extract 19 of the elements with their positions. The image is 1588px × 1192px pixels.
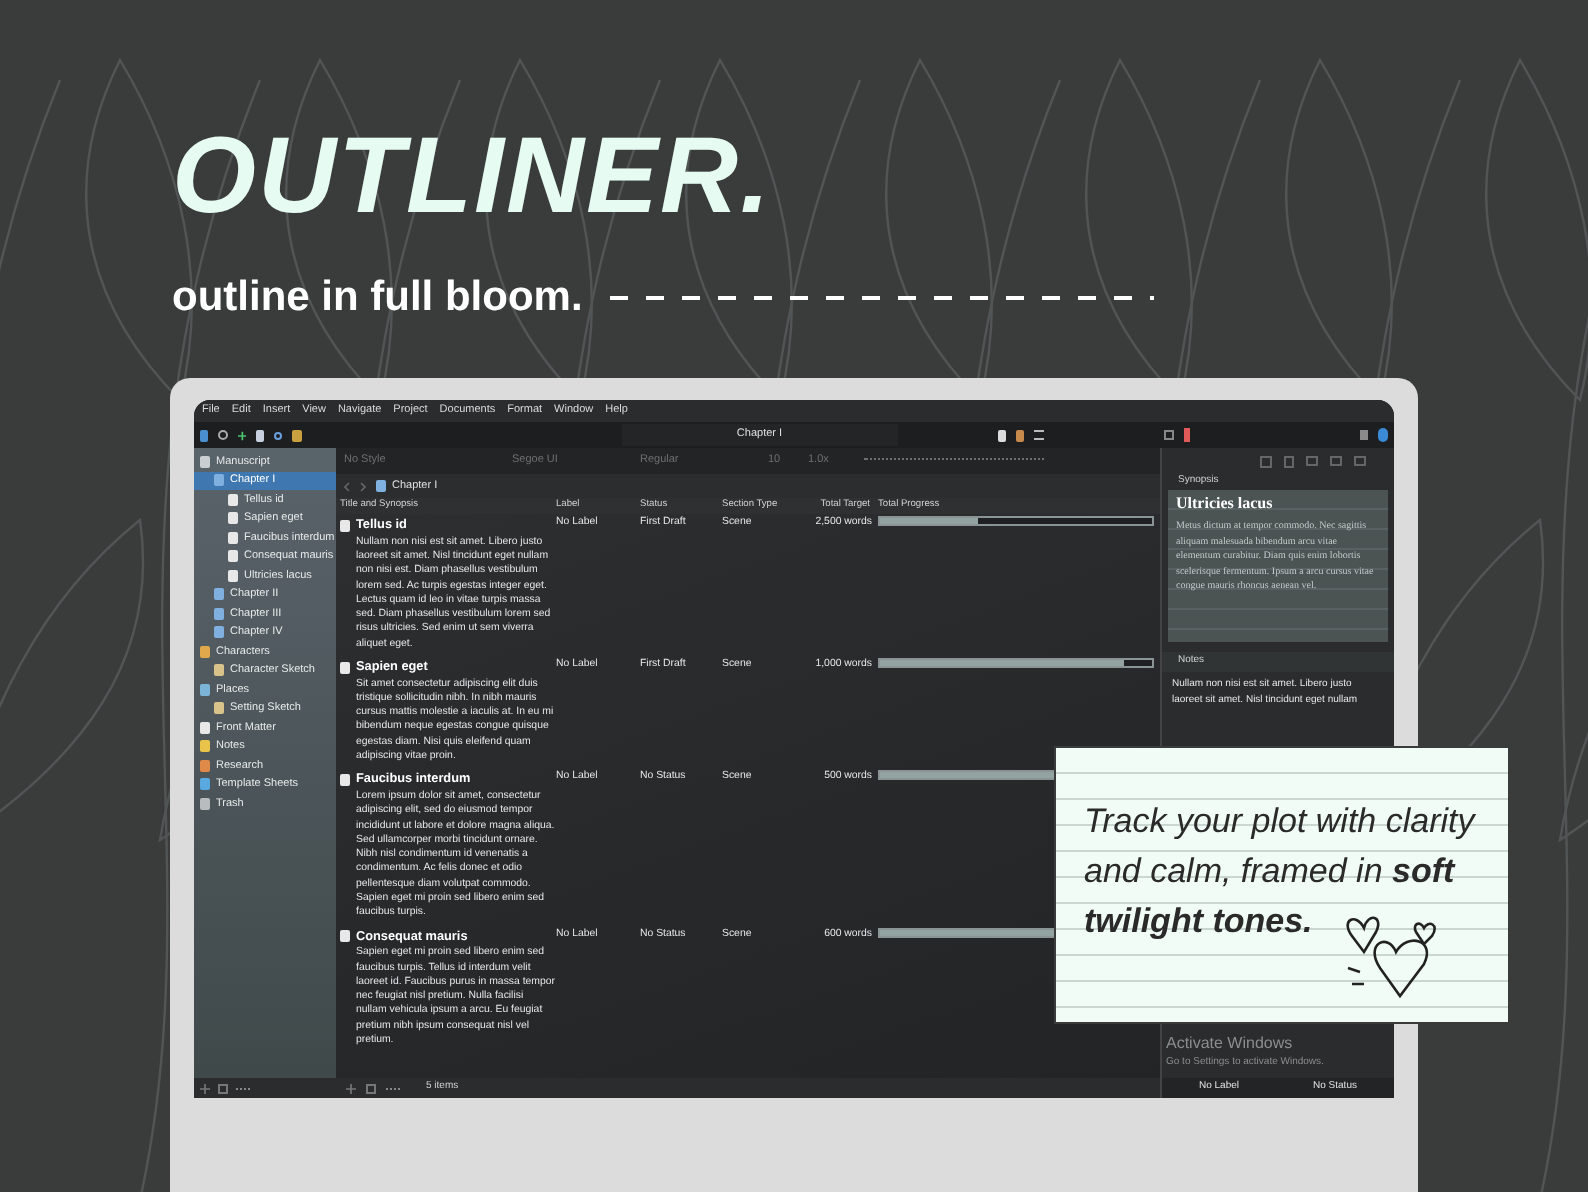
quote-text: Track your plot with clarity and calm, framed in soft twilight tones. <box>1084 800 1478 944</box>
dashed-line-icon <box>610 294 1155 302</box>
document-icon <box>340 519 350 532</box>
document-icon <box>340 930 350 943</box>
chapter-icon <box>376 480 386 492</box>
hero-subtitle: outline in full bloom. <box>172 272 583 325</box>
add-icon[interactable] <box>346 1083 356 1093</box>
document-icon <box>340 774 350 787</box>
activation-title: Activate Windows <box>1166 1031 1295 1055</box>
add-icon[interactable] <box>237 429 246 441</box>
back-icon[interactable] <box>344 481 350 491</box>
forward-icon[interactable] <box>360 481 366 491</box>
synopsis-title: Ultricies lacus <box>1176 492 1275 516</box>
document-icon <box>340 661 350 674</box>
search-icon[interactable] <box>218 430 228 440</box>
hero-title: OUTLINER. <box>172 116 774 236</box>
outliner-icon[interactable] <box>1034 430 1044 440</box>
add-icon[interactable] <box>200 1083 210 1093</box>
bookmark-icon[interactable] <box>1183 428 1190 442</box>
